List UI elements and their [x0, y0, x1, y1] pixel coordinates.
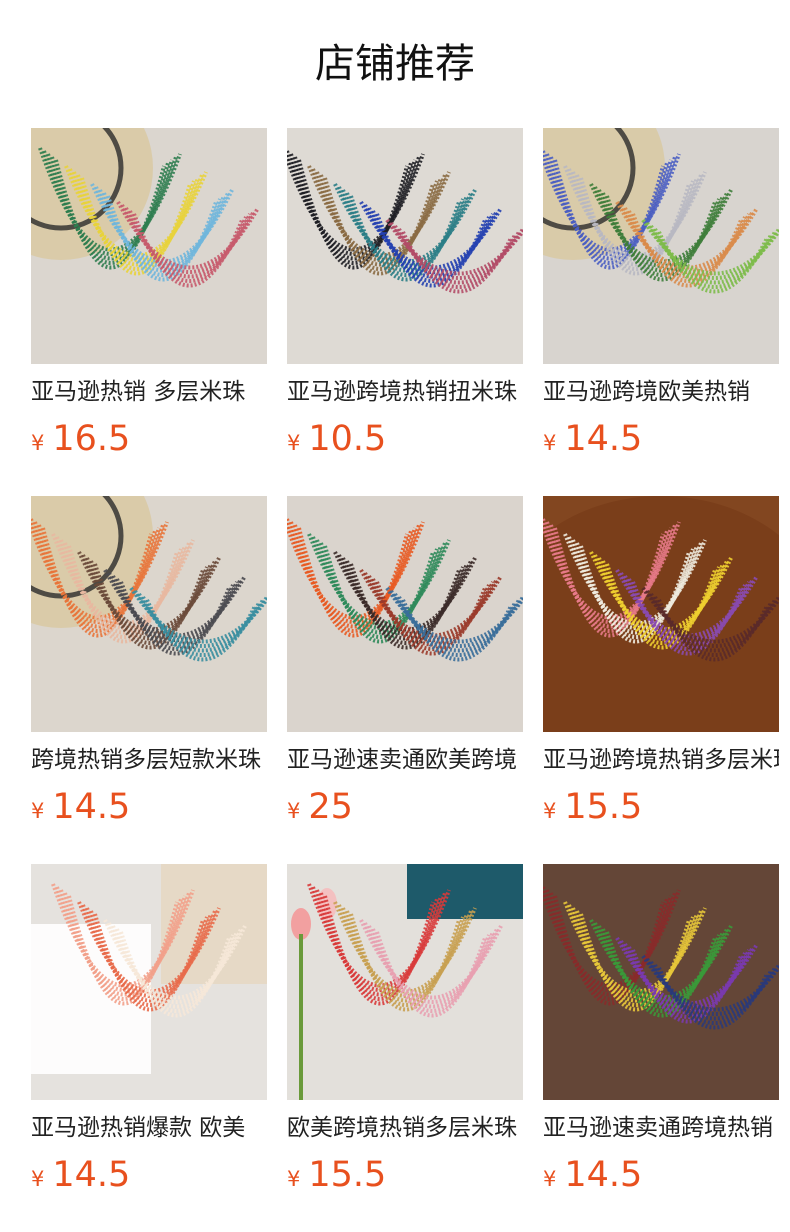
- product-price: ¥25: [287, 784, 353, 830]
- product-name[interactable]: 亚马逊速卖通欧美跨境: [287, 744, 523, 776]
- price-amount: 16.5: [52, 419, 131, 459]
- product-name[interactable]: 亚马逊跨境热销多层米珠: [543, 744, 779, 776]
- product-image[interactable]: [287, 496, 523, 732]
- product-name[interactable]: 亚马逊热销 多层米珠: [31, 376, 267, 408]
- product-price: ¥14.5: [543, 416, 642, 462]
- price-amount: 10.5: [308, 419, 387, 459]
- currency-symbol: ¥: [287, 799, 301, 823]
- price-amount: 14.5: [52, 787, 131, 827]
- necklace-photo: [287, 128, 523, 364]
- product-card[interactable]: 亚马逊跨境欧美热销 ¥14.5: [543, 128, 779, 496]
- product-image[interactable]: [543, 496, 779, 732]
- product-name[interactable]: 亚马逊跨境热销扭米珠: [287, 376, 523, 408]
- currency-symbol: ¥: [31, 431, 45, 455]
- currency-symbol: ¥: [543, 799, 557, 823]
- necklace-photo: [543, 496, 779, 732]
- product-card[interactable]: 欧美跨境热销多层米珠 ¥15.5: [287, 864, 523, 1232]
- currency-symbol: ¥: [287, 431, 301, 455]
- price-amount: 25: [308, 787, 353, 827]
- page-title: 店铺推荐: [315, 41, 475, 87]
- product-name[interactable]: 亚马逊热销爆款 欧美: [31, 1112, 267, 1144]
- product-image[interactable]: [31, 496, 267, 732]
- product-image[interactable]: [543, 864, 779, 1100]
- product-card[interactable]: 亚马逊热销 多层米珠 ¥16.5: [31, 128, 267, 496]
- product-card[interactable]: 亚马逊速卖通欧美跨境 ¥25: [287, 496, 523, 864]
- necklace-photo: [287, 496, 523, 732]
- product-card[interactable]: 亚马逊跨境热销多层米珠 ¥15.5: [543, 496, 779, 864]
- product-price: ¥16.5: [31, 416, 130, 462]
- recommendation-page: 店铺推荐 亚马逊热销 多层米珠 ¥16.5 亚马逊跨境热销扭米珠 ¥10.5 亚马逊跨境…: [0, 0, 790, 1232]
- product-price: ¥15.5: [543, 784, 642, 830]
- product-price: ¥14.5: [543, 1152, 642, 1198]
- price-amount: 14.5: [564, 1155, 643, 1195]
- price-amount: 14.5: [564, 419, 643, 459]
- currency-symbol: ¥: [287, 1167, 301, 1191]
- product-card[interactable]: 亚马逊热销爆款 欧美 ¥14.5: [31, 864, 267, 1232]
- product-name[interactable]: 亚马逊跨境欧美热销: [543, 376, 779, 408]
- price-amount: 14.5: [52, 1155, 131, 1195]
- product-name[interactable]: 亚马逊速卖通跨境热销: [543, 1112, 779, 1144]
- product-name[interactable]: 欧美跨境热销多层米珠: [287, 1112, 523, 1144]
- product-price: ¥10.5: [287, 416, 386, 462]
- product-price: ¥14.5: [31, 784, 130, 830]
- product-grid: 亚马逊热销 多层米珠 ¥16.5 亚马逊跨境热销扭米珠 ¥10.5 亚马逊跨境欧美热销 ¥…: [31, 128, 779, 1232]
- price-amount: 15.5: [308, 1155, 387, 1195]
- product-image[interactable]: [31, 128, 267, 364]
- necklace-photo: [31, 128, 267, 364]
- product-price: ¥14.5: [31, 1152, 130, 1198]
- product-image[interactable]: [31, 864, 267, 1100]
- product-card[interactable]: 亚马逊跨境热销扭米珠 ¥10.5: [287, 128, 523, 496]
- product-image[interactable]: [287, 128, 523, 364]
- currency-symbol: ¥: [31, 1167, 45, 1191]
- product-name[interactable]: 跨境热销多层短款米珠: [31, 744, 267, 776]
- product-image[interactable]: [287, 864, 523, 1100]
- currency-symbol: ¥: [31, 799, 45, 823]
- product-card[interactable]: 跨境热销多层短款米珠 ¥14.5: [31, 496, 267, 864]
- necklace-photo: [31, 864, 267, 1100]
- product-price: ¥15.5: [287, 1152, 386, 1198]
- necklace-photo: [543, 128, 779, 364]
- necklace-photo: [31, 496, 267, 732]
- product-card[interactable]: 亚马逊速卖通跨境热销 ¥14.5: [543, 864, 779, 1232]
- necklace-photo: [543, 864, 779, 1100]
- currency-symbol: ¥: [543, 1167, 557, 1191]
- price-amount: 15.5: [564, 787, 643, 827]
- product-image[interactable]: [543, 128, 779, 364]
- currency-symbol: ¥: [543, 431, 557, 455]
- necklace-photo: [287, 864, 523, 1100]
